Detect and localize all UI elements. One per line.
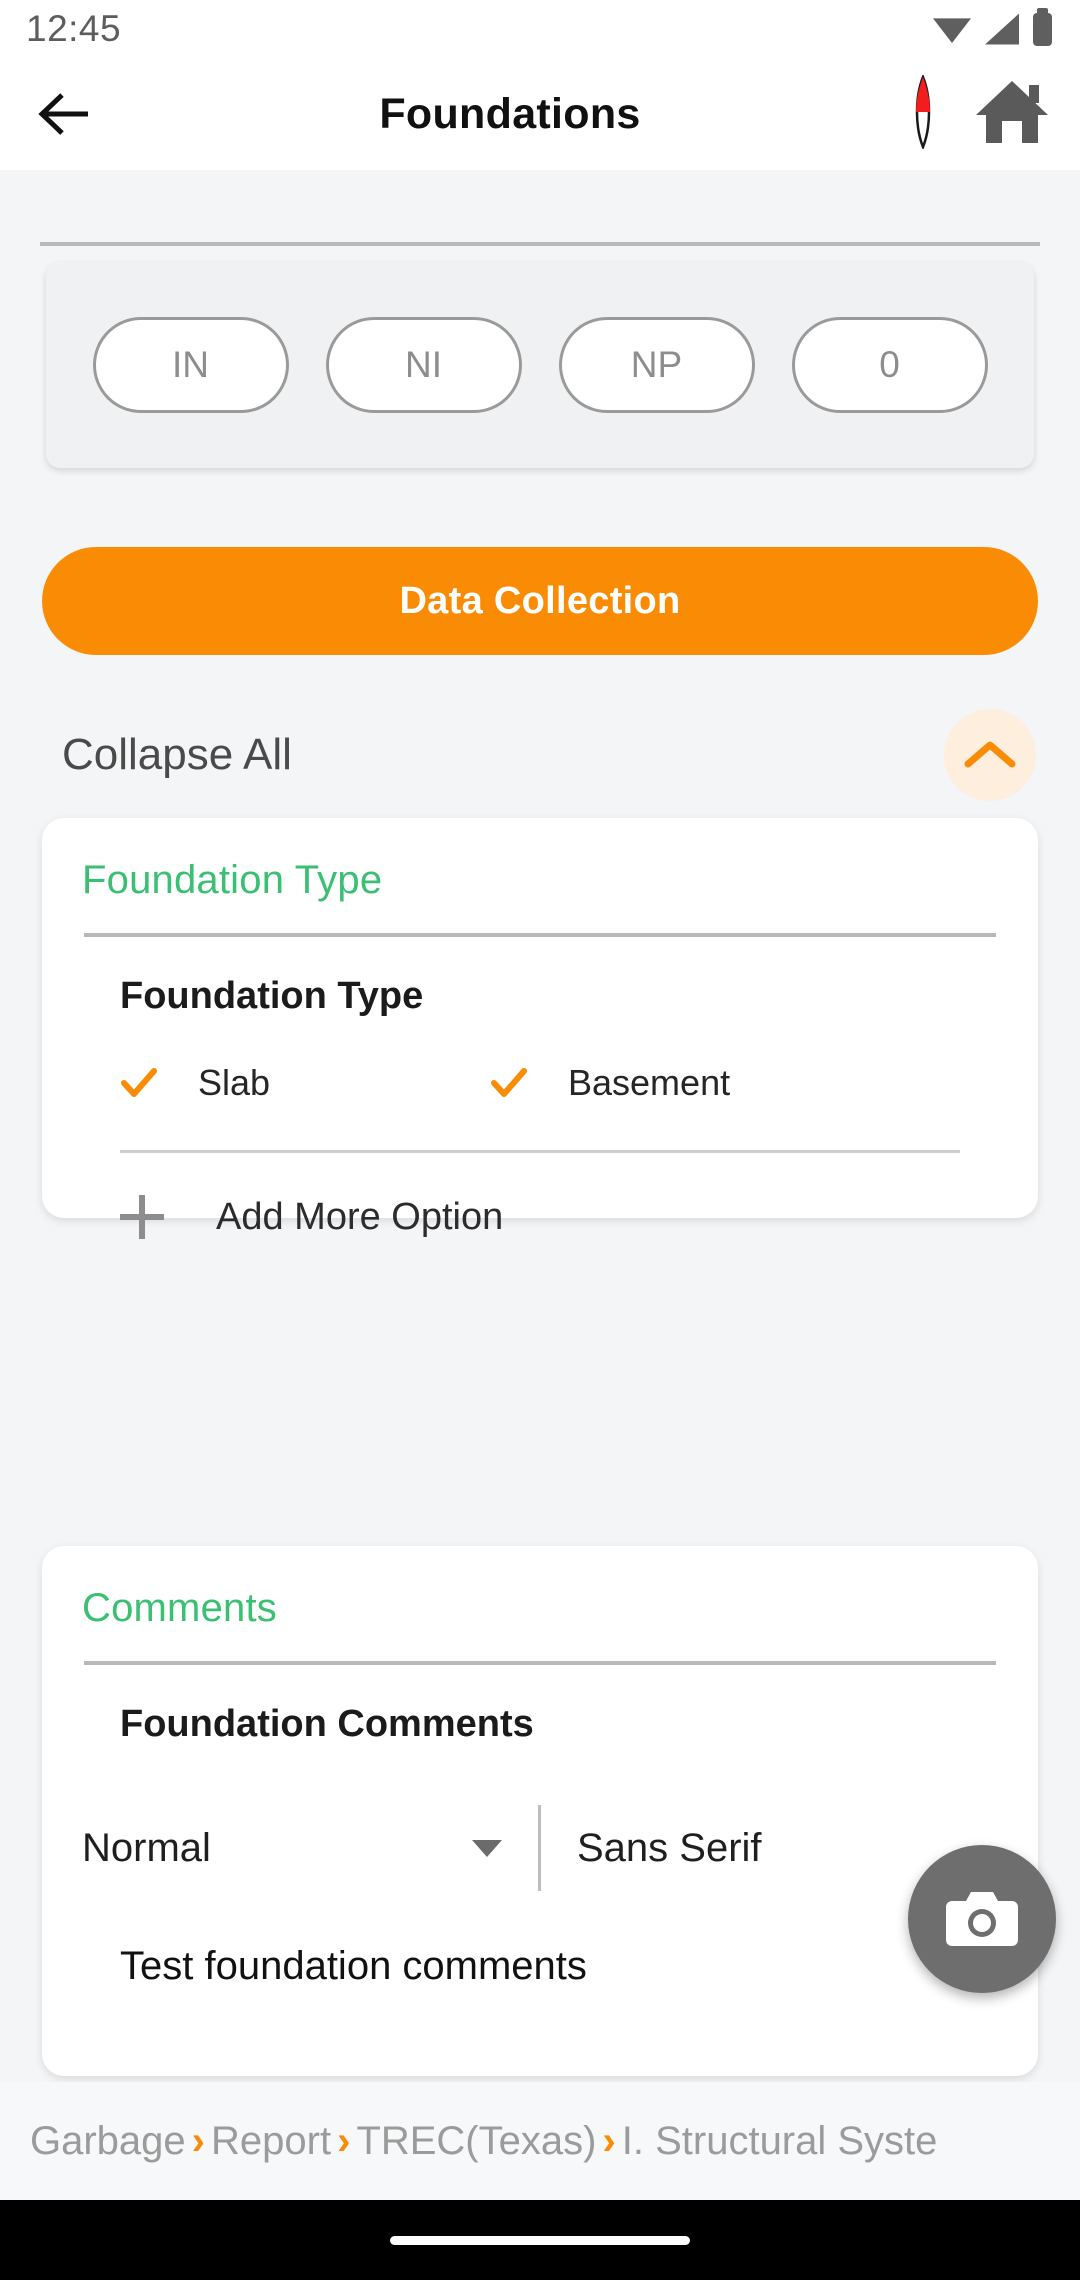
rating-pill-ni[interactable]: NI bbox=[325, 317, 522, 413]
compass-icon bbox=[915, 73, 931, 150]
home-button[interactable] bbox=[974, 79, 1050, 150]
comments-card: Comments Foundation Comments Normal Sans… bbox=[42, 1546, 1038, 2076]
breadcrumb-item-report[interactable]: Report bbox=[211, 2119, 331, 2164]
signal-icon bbox=[985, 13, 1019, 45]
breadcrumb: Garbage › Report › TREC(Texas) › I. Stru… bbox=[0, 2082, 1080, 2200]
breadcrumb-separator-icon: › bbox=[602, 2118, 616, 2163]
back-button[interactable] bbox=[30, 79, 100, 149]
breadcrumb-item-garbage[interactable]: Garbage bbox=[30, 2119, 186, 2164]
toolbar-divider bbox=[538, 1805, 541, 1891]
plus-icon bbox=[120, 1195, 164, 1239]
status-bar: 12:45 bbox=[0, 0, 1080, 58]
breadcrumb-separator-icon: › bbox=[337, 2118, 351, 2163]
page-title: Foundations bbox=[379, 89, 641, 138]
foundation-type-options: Slab Basement bbox=[120, 1018, 960, 1104]
camera-icon bbox=[946, 1892, 1018, 1946]
wifi-icon bbox=[933, 18, 971, 43]
chevron-up-icon bbox=[964, 741, 1016, 768]
font-family-dropdown[interactable]: Sans Serif bbox=[577, 1826, 762, 1871]
add-more-option-button[interactable]: Add More Option bbox=[120, 1195, 1038, 1239]
check-icon bbox=[491, 1068, 527, 1097]
check-icon bbox=[121, 1068, 157, 1097]
breadcrumb-item-structural-systems[interactable]: I. Structural Syste bbox=[622, 2119, 938, 2164]
card-title-foundation-type: Foundation Type bbox=[82, 858, 383, 902]
option-basement-label: Basement bbox=[568, 1062, 731, 1103]
card-title-comments: Comments bbox=[82, 1586, 277, 1630]
rating-pill-np[interactable]: NP bbox=[558, 317, 755, 413]
rating-pill-in[interactable]: IN bbox=[92, 317, 289, 413]
option-basement[interactable]: Basement bbox=[490, 1062, 730, 1104]
compass-button[interactable] bbox=[900, 73, 946, 154]
data-collection-button[interactable]: Data Collection bbox=[42, 547, 1038, 655]
app-screen: 12:45 Foundations IN NI NP 0 Data Collec… bbox=[0, 0, 1080, 2280]
rating-pill-panel: IN NI NP 0 bbox=[46, 262, 1034, 468]
rating-pill-count[interactable]: 0 bbox=[791, 317, 988, 413]
text-style-value: Normal bbox=[82, 1825, 211, 1870]
options-divider bbox=[120, 1150, 960, 1153]
app-bar-divider bbox=[40, 242, 1040, 246]
back-arrow-icon bbox=[38, 93, 88, 135]
home-icon bbox=[976, 80, 1048, 143]
card-subtitle-foundation-type: Foundation Type bbox=[120, 975, 424, 1017]
chevron-down-icon bbox=[472, 1839, 502, 1857]
text-style-dropdown[interactable]: Normal bbox=[82, 1826, 502, 1871]
battery-icon bbox=[1033, 7, 1052, 46]
camera-fab-button[interactable] bbox=[908, 1845, 1056, 1993]
option-slab[interactable]: Slab bbox=[120, 1062, 490, 1104]
status-time: 12:45 bbox=[26, 8, 122, 49]
app-bar-actions bbox=[900, 73, 1050, 154]
collapse-all-toggle[interactable] bbox=[944, 709, 1036, 801]
comment-body-text[interactable]: Test foundation comments bbox=[42, 1902, 1038, 1989]
collapse-all-label: Collapse All bbox=[62, 730, 292, 779]
home-gesture-pill[interactable] bbox=[390, 2235, 690, 2245]
breadcrumb-item-trec-texas[interactable]: TREC(Texas) bbox=[356, 2119, 596, 2164]
app-bar: Foundations bbox=[0, 58, 1080, 170]
status-icons bbox=[933, 7, 1052, 46]
breadcrumb-separator-icon: › bbox=[191, 2118, 205, 2163]
add-more-option-label: Add More Option bbox=[216, 1195, 504, 1238]
card-subtitle-foundation-comments: Foundation Comments bbox=[120, 1703, 534, 1745]
foundation-type-card: Foundation Type Foundation Type Slab Bas… bbox=[42, 818, 1038, 1239]
collapse-all-row: Collapse All bbox=[0, 700, 1080, 810]
rich-text-toolbar: Normal Sans Serif bbox=[42, 1794, 1038, 1902]
system-navigation-bar bbox=[0, 2200, 1080, 2280]
option-slab-label: Slab bbox=[198, 1062, 271, 1103]
